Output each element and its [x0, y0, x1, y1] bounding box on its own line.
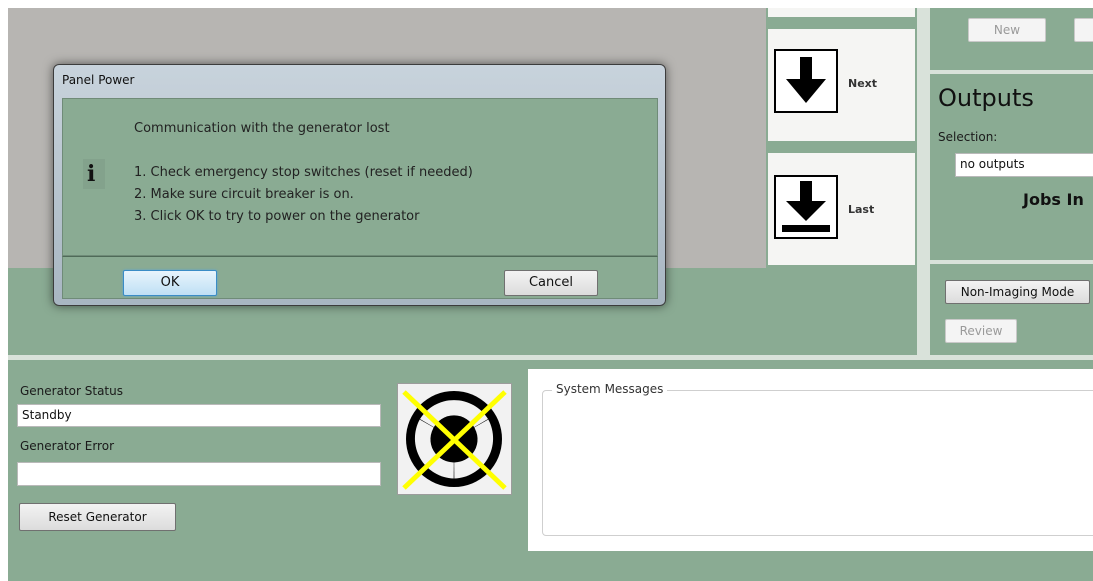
section-separator [8, 355, 1093, 360]
panel-power-dialog: Panel Power i Communication with the gen… [53, 64, 666, 306]
generator-error-label: Generator Error [20, 439, 115, 453]
toolbar-button-cut-off[interactable] [1074, 18, 1093, 42]
dialog-footer: OK Cancel [62, 256, 658, 299]
nav-button-last[interactable]: Last [768, 153, 915, 265]
radiation-off-icon [402, 390, 507, 490]
svg-text:i: i [87, 161, 95, 187]
generator-status-field: Standby [17, 404, 381, 427]
info-icon: i [83, 159, 105, 189]
dialog-step-1: 1. Check emergency stop switches (reset … [134, 165, 473, 180]
radiation-indicator [397, 383, 512, 495]
cancel-button[interactable]: Cancel [504, 270, 598, 296]
last-label: Last [848, 203, 875, 216]
row-separator [930, 70, 1093, 74]
dialog-step-2: 2. Make sure circuit breaker is on. [134, 187, 354, 202]
row-separator [930, 260, 1093, 264]
arrow-to-bottom-icon [774, 175, 838, 239]
generator-status-label: Generator Status [20, 384, 123, 398]
outputs-title: Outputs [938, 84, 1034, 112]
outputs-selection-dropdown[interactable]: no outputs [955, 153, 1093, 177]
jobs-label: Jobs In [1023, 190, 1084, 209]
nav-button-next[interactable]: Next [768, 29, 915, 141]
non-imaging-mode-button[interactable]: Non-Imaging Mode [945, 280, 1090, 304]
dialog-step-3: 3. Click OK to try to power on the gener… [134, 209, 420, 224]
review-button[interactable]: Review [945, 319, 1017, 343]
dialog-heading: Communication with the generator lost [134, 121, 390, 136]
generator-error-field [17, 462, 381, 486]
ok-button[interactable]: OK [123, 270, 217, 296]
dialog-body: i Communication with the generator lost … [62, 98, 658, 256]
new-button[interactable]: New [968, 18, 1046, 42]
system-messages-box[interactable] [542, 390, 1093, 536]
next-label: Next [848, 77, 878, 90]
dialog-title: Panel Power [62, 73, 135, 87]
nav-button-previous[interactable] [768, 8, 915, 17]
system-messages-title: System Messages [552, 382, 668, 396]
selection-label: Selection: [938, 130, 998, 144]
arrow-down-icon [774, 49, 838, 113]
reset-generator-button[interactable]: Reset Generator [19, 503, 176, 531]
column-separator [917, 8, 930, 358]
